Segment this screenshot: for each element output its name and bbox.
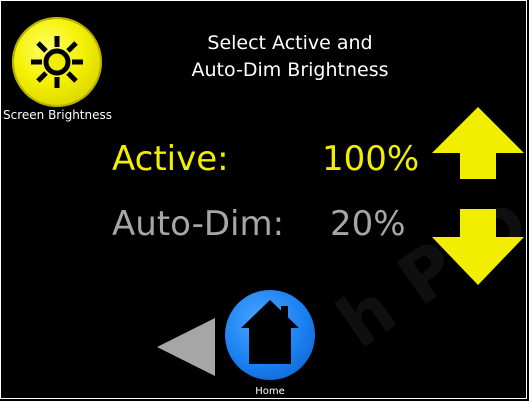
- title-line-1: Select Active and: [207, 32, 373, 54]
- arrow-up-icon[interactable]: [432, 107, 524, 181]
- home-button[interactable]: [225, 290, 315, 380]
- auto-dim-label: Auto-Dim:: [112, 204, 285, 244]
- title-line-2: Auto-Dim Brightness: [191, 59, 389, 81]
- auto-dim-value: 20%: [330, 204, 406, 244]
- page-title: Select Active and Auto-Dim Brightness: [150, 30, 430, 84]
- home-label: Home: [255, 386, 285, 397]
- screen-brightness-label: Screen Brightness: [3, 108, 112, 122]
- sun-icon: [31, 36, 83, 88]
- arrow-down-icon[interactable]: [432, 209, 524, 285]
- screen-brightness-button[interactable]: [12, 17, 102, 107]
- back-arrow-icon[interactable]: [157, 318, 215, 376]
- active-label: Active:: [112, 139, 229, 179]
- house-icon: [241, 300, 299, 364]
- active-value: 100%: [322, 139, 420, 179]
